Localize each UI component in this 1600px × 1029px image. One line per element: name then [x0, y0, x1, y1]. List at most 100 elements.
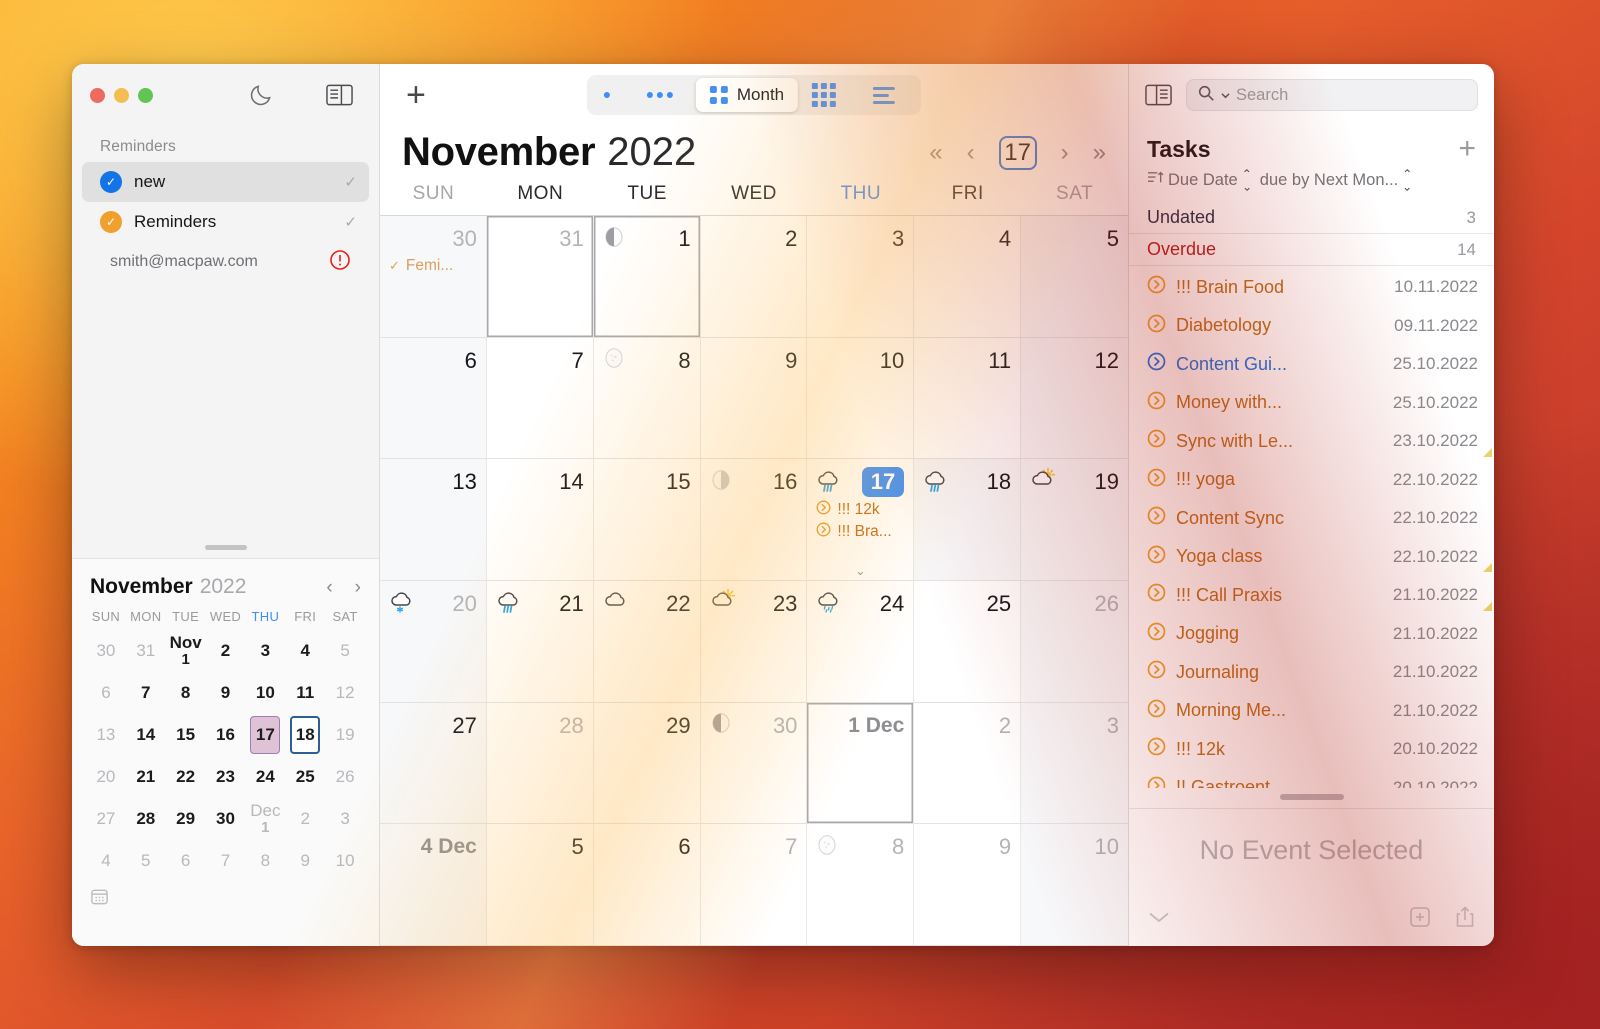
day-cell[interactable]: 16: [701, 459, 808, 580]
mini-day-cell[interactable]: 13: [86, 715, 126, 755]
day-number[interactable]: 24: [880, 591, 904, 617]
collapse-chevron-icon[interactable]: [1147, 910, 1171, 929]
day-number[interactable]: 30: [452, 226, 476, 252]
day-cell[interactable]: 4: [914, 216, 1021, 337]
day-number[interactable]: 31: [559, 226, 583, 252]
mini-day-cell[interactable]: 9: [285, 841, 325, 881]
calendar-item-reminders[interactable]: ✓ Reminders ✓: [82, 202, 369, 242]
mini-day-cell[interactable]: 30: [86, 631, 126, 671]
task-row[interactable]: Jogging21.10.2022: [1129, 615, 1494, 654]
mini-day-cell[interactable]: 27: [86, 799, 126, 839]
day-number[interactable]: 26: [1095, 591, 1119, 617]
day-number[interactable]: 10: [880, 348, 904, 374]
mini-next-month-button[interactable]: ›: [355, 577, 361, 599]
day-cell[interactable]: 17!!! 12k!!! Bra...⌄: [807, 459, 914, 580]
checkmark-circle-icon[interactable]: ✓: [100, 171, 122, 193]
day-cell[interactable]: 7: [487, 338, 594, 459]
day-number[interactable]: 2: [999, 713, 1011, 739]
day-number[interactable]: 2: [785, 226, 797, 252]
day-number[interactable]: 20: [452, 591, 476, 617]
day-number[interactable]: 12: [1095, 348, 1119, 374]
dark-mode-moon-icon[interactable]: [248, 82, 274, 108]
day-number[interactable]: 7: [785, 834, 797, 860]
account-row[interactable]: smith@macpaw.com: [82, 242, 369, 282]
day-number[interactable]: 5: [1107, 226, 1119, 252]
task-group-overdue[interactable]: Overdue14: [1129, 234, 1494, 266]
day-cell[interactable]: 6: [594, 824, 701, 945]
day-number[interactable]: 3: [1107, 713, 1119, 739]
add-event-button[interactable]: +: [398, 78, 434, 112]
add-to-calendar-icon[interactable]: [1408, 905, 1432, 934]
mini-day-cell[interactable]: 19: [325, 715, 365, 755]
day-number[interactable]: 25: [987, 591, 1011, 617]
day-number[interactable]: 15: [666, 469, 690, 495]
mini-prev-month-button[interactable]: ‹: [326, 577, 332, 599]
mini-day-cell[interactable]: 8: [166, 673, 206, 713]
mini-day-cell[interactable]: 5: [325, 631, 365, 671]
day-cell[interactable]: 21: [487, 581, 594, 702]
mini-day-cell[interactable]: Dec1: [245, 799, 285, 839]
task-row[interactable]: Sync with Le...23.10.2022: [1129, 422, 1494, 461]
day-number[interactable]: 1 Dec: [848, 714, 904, 738]
mini-day-cell[interactable]: 7: [126, 673, 166, 713]
day-number[interactable]: 6: [678, 834, 690, 860]
day-cell[interactable]: 23: [701, 581, 808, 702]
day-number[interactable]: 8: [678, 348, 690, 374]
next-month-button[interactable]: ›: [1061, 139, 1069, 167]
task-ring-arrow-icon[interactable]: [1147, 737, 1166, 761]
day-number[interactable]: 13: [452, 469, 476, 495]
jump-last-button[interactable]: »: [1093, 139, 1106, 167]
view-segment-list[interactable]: [859, 78, 918, 112]
day-cell[interactable]: 9: [701, 338, 808, 459]
mini-day-cell[interactable]: 10: [325, 841, 365, 881]
task-row[interactable]: Yoga class22.10.2022: [1129, 538, 1494, 577]
mini-day-cell[interactable]: 22: [166, 757, 206, 797]
add-task-button[interactable]: +: [1458, 134, 1476, 164]
day-number[interactable]: 17: [862, 467, 904, 497]
task-ring-arrow-icon[interactable]: [1147, 699, 1166, 723]
calendar-event[interactable]: ✓Femi...: [389, 257, 477, 275]
mini-day-cell[interactable]: 24: [245, 757, 285, 797]
task-ring-arrow-icon[interactable]: [1147, 776, 1166, 788]
task-row[interactable]: !!! yoga22.10.2022: [1129, 461, 1494, 500]
day-number[interactable]: 19: [1095, 469, 1119, 495]
task-row[interactable]: Content Sync22.10.2022: [1129, 499, 1494, 538]
day-number[interactable]: 4 Dec: [421, 835, 477, 859]
day-number[interactable]: 1: [678, 226, 690, 252]
mini-day-cell[interactable]: 28: [126, 799, 166, 839]
day-cell[interactable]: 28: [487, 703, 594, 824]
mini-day-cell[interactable]: 30: [206, 799, 246, 839]
mini-day-cell[interactable]: 31: [126, 631, 166, 671]
mini-day-cell[interactable]: 7: [206, 841, 246, 881]
task-row[interactable]: !! Gastroent...20.10.2022: [1129, 769, 1494, 789]
task-row[interactable]: !!! Brain Food10.11.2022: [1129, 268, 1494, 307]
mini-day-cell[interactable]: 8: [245, 841, 285, 881]
zoom-button[interactable]: [138, 88, 153, 103]
day-number[interactable]: 29: [666, 713, 690, 739]
day-cell[interactable]: 2: [701, 216, 808, 337]
day-cell[interactable]: 27: [380, 703, 487, 824]
traffic-lights[interactable]: [90, 88, 153, 103]
task-row[interactable]: Money with...25.10.2022: [1129, 384, 1494, 423]
day-cell[interactable]: 26: [1021, 581, 1128, 702]
day-cell[interactable]: 5: [487, 824, 594, 945]
task-ring-arrow-icon[interactable]: [1147, 468, 1166, 492]
day-cell[interactable]: 15: [594, 459, 701, 580]
view-segment-month[interactable]: Month: [696, 78, 798, 112]
mini-day-cell[interactable]: 6: [166, 841, 206, 881]
day-number[interactable]: 5: [571, 834, 583, 860]
calendar-event[interactable]: !!! Bra...: [816, 522, 904, 542]
day-cell[interactable]: 3: [1021, 703, 1128, 824]
day-number[interactable]: 10: [1095, 834, 1119, 860]
visible-check-icon[interactable]: ✓: [344, 213, 357, 231]
mini-day-cell[interactable]: 10: [245, 673, 285, 713]
day-cell[interactable]: 1: [594, 216, 701, 337]
day-number[interactable]: 9: [785, 348, 797, 374]
mini-day-cell[interactable]: 29: [166, 799, 206, 839]
mini-day-cell[interactable]: 5: [126, 841, 166, 881]
task-row[interactable]: Content Gui...25.10.2022: [1129, 345, 1494, 384]
day-number[interactable]: 30: [773, 713, 797, 739]
day-cell[interactable]: 3: [807, 216, 914, 337]
task-row[interactable]: Journaling21.10.2022: [1129, 653, 1494, 692]
day-cell[interactable]: 10: [1021, 824, 1128, 945]
